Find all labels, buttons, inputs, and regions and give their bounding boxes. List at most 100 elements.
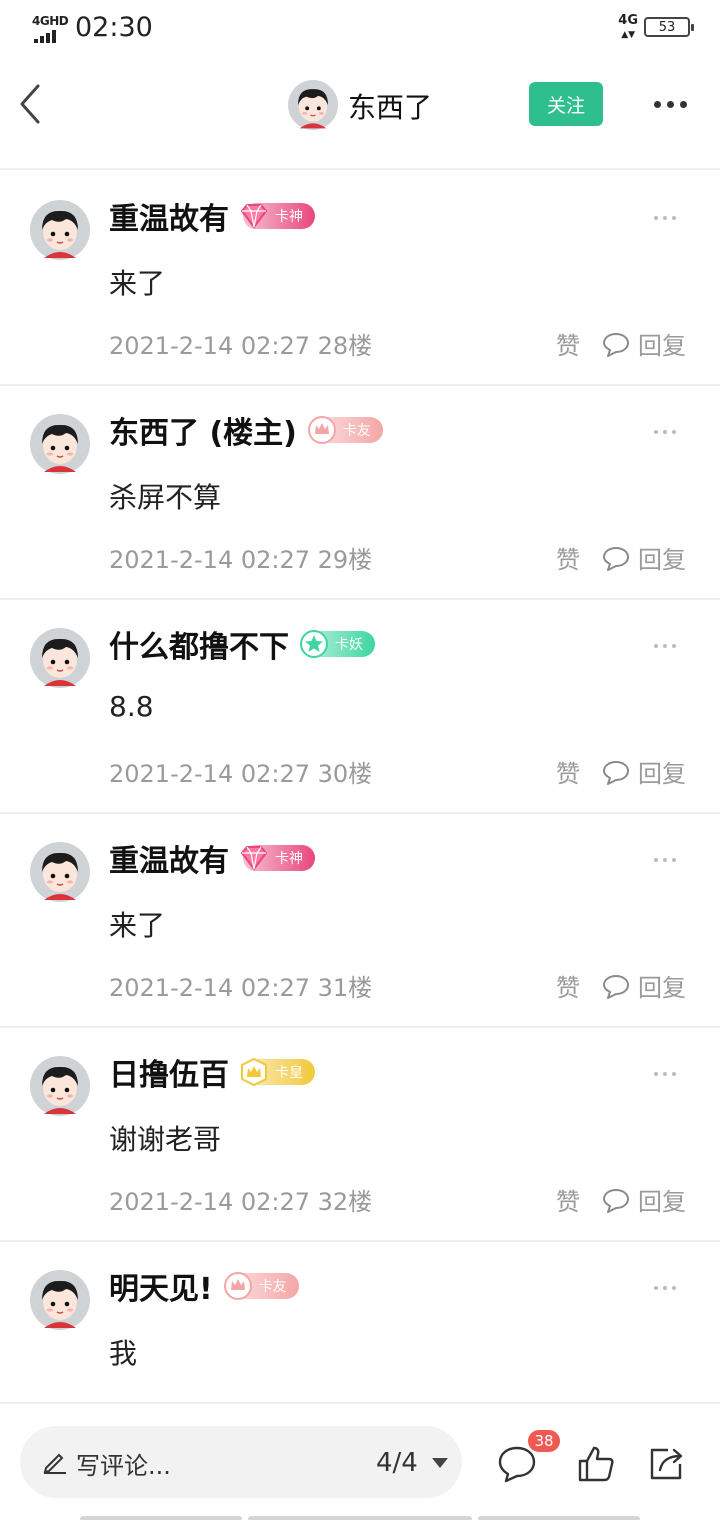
like-button[interactable]: 赞 <box>556 326 580 361</box>
back-button[interactable] <box>14 80 54 128</box>
commenter-avatar[interactable] <box>30 414 90 478</box>
commenter-name[interactable]: 什么都撸不下 <box>109 622 289 666</box>
like-post-button[interactable] <box>576 1444 616 1488</box>
avatar-image <box>30 414 90 474</box>
chevron-down-icon[interactable] <box>432 1458 448 1468</box>
comment-more-button[interactable] <box>654 644 676 648</box>
reply-bubble-icon <box>603 546 629 571</box>
like-button[interactable]: 赞 <box>556 1182 580 1217</box>
comment-meta: 2021-2-14 02:27 30楼 <box>109 760 373 788</box>
comment-more-button[interactable] <box>654 858 676 862</box>
network-type-left: 4GHD <box>32 14 69 28</box>
commenter-name[interactable]: 明天见! <box>109 1264 213 1308</box>
comment-input[interactable]: 写评论... 4/4 <box>20 1426 462 1498</box>
rank-badge: 卡妖 <box>300 630 375 658</box>
rank-icon <box>241 1057 267 1087</box>
reply-label: 回复 <box>638 760 686 788</box>
commenter-name[interactable]: 重温故有 <box>109 194 229 238</box>
reply-label: 回复 <box>638 332 686 360</box>
commenter-avatar[interactable] <box>30 200 90 264</box>
commenter-avatar[interactable] <box>30 1270 90 1334</box>
rank-badge-label: 卡妖 <box>335 637 363 653</box>
pen-icon <box>43 1453 66 1474</box>
author-avatar[interactable] <box>288 80 338 134</box>
commenter-name[interactable]: 日撸伍百 <box>109 1050 229 1094</box>
comment-item: 东西了 (楼主) 卡友 杀屏不算 2021-2-14 02:27 29楼 赞 回… <box>0 386 720 600</box>
rank-badge: 卡皇 <box>241 1057 315 1087</box>
rank-badge: 卡友 <box>223 1272 299 1300</box>
comment-text: 谢谢老哥 <box>109 1123 222 1156</box>
comment-text: 来了 <box>109 267 166 300</box>
commenter-avatar[interactable] <box>30 1056 90 1120</box>
avatar-image <box>30 200 90 260</box>
comments-button[interactable] <box>496 1444 538 1488</box>
page-indicator[interactable]: 4/4 <box>376 1448 418 1478</box>
reply-button[interactable]: 回复 <box>602 968 686 1003</box>
rank-badge-label: 卡友 <box>258 1279 287 1295</box>
comment-text: 杀屏不算 <box>109 481 222 514</box>
comment-more-button[interactable] <box>654 1072 676 1076</box>
like-button[interactable]: 赞 <box>556 968 580 1003</box>
home-indicator <box>248 1516 472 1520</box>
reply-label: 回复 <box>638 546 686 574</box>
comment-item: 明天见! 卡友 我 2021-2-14 02:27 33楼 赞 回复 <box>0 1242 720 1402</box>
commenter-name[interactable]: 重温故有 <box>109 836 229 880</box>
comment-more-button[interactable] <box>654 216 676 220</box>
like-button[interactable]: 赞 <box>556 540 580 575</box>
rank-icon <box>240 204 268 229</box>
comment-more-button[interactable] <box>654 1286 676 1290</box>
comment-meta: 2021-2-14 02:27 32楼 <box>109 1188 373 1216</box>
home-indicator <box>80 1516 242 1520</box>
follow-button[interactable]: 关注 <box>529 82 603 126</box>
rank-badge: 卡神 <box>240 845 315 871</box>
like-button[interactable]: 赞 <box>556 754 580 789</box>
status-time: 02:30 <box>75 12 153 43</box>
commenter-avatar[interactable] <box>30 842 90 906</box>
battery-level: 53 <box>658 19 676 35</box>
avatar-image <box>30 1270 90 1330</box>
home-indicator <box>478 1516 640 1520</box>
post-header: 东西了 关注 <box>0 58 720 170</box>
status-bar: 4GHD 02:30 4G ▲▼ 53 <box>0 0 720 58</box>
rank-badge-label: 卡友 <box>342 423 371 439</box>
rank-icon <box>223 1272 252 1300</box>
rank-badge-label: 卡神 <box>275 209 303 225</box>
rank-badge: 卡神 <box>240 203 315 229</box>
comment-item: 什么都撸不下 卡妖 8.8 2021-2-14 02:27 30楼 赞 回复 <box>0 600 720 814</box>
rank-badge-label: 卡皇 <box>275 1065 303 1081</box>
avatar-image <box>30 628 90 688</box>
share-icon <box>650 1448 683 1480</box>
comment-item: 重温故有 卡神 来了 2021-2-14 02:27 31楼 赞 回复 <box>0 814 720 1028</box>
comment-count-badge: 38 <box>528 1430 560 1452</box>
commenter-avatar[interactable] <box>30 628 90 692</box>
reply-button[interactable]: 回复 <box>602 754 686 789</box>
rank-icon <box>300 630 328 658</box>
share-button[interactable] <box>646 1444 686 1488</box>
chevron-left-icon <box>20 84 40 124</box>
author-name[interactable]: 东西了 <box>348 86 432 126</box>
reply-button[interactable]: 回复 <box>602 326 686 361</box>
comment-more-button[interactable] <box>654 430 676 434</box>
rank-icon <box>240 846 268 871</box>
thumbs-up-icon <box>578 1446 614 1482</box>
reply-bubble-icon <box>603 974 629 999</box>
commenter-name[interactable]: 东西了 (楼主) <box>109 408 297 452</box>
signal-icon: 4GHD <box>32 14 69 43</box>
comment-item: 重温故有 卡神 来了 2021-2-14 02:27 28楼 赞 回复 <box>0 172 720 386</box>
avatar-image <box>288 80 338 130</box>
rank-icon <box>307 416 336 444</box>
rank-badge-label: 卡神 <box>275 851 303 867</box>
comment-meta: 2021-2-14 02:27 31楼 <box>109 974 373 1002</box>
comment-text: 8.8 <box>109 690 154 723</box>
reply-bubble-icon <box>603 760 629 785</box>
reply-button[interactable]: 回复 <box>602 1182 686 1217</box>
comment-meta: 2021-2-14 02:27 28楼 <box>109 332 373 360</box>
comment-meta: 2021-2-14 02:27 29楼 <box>109 546 373 574</box>
reply-label: 回复 <box>638 974 686 1002</box>
avatar-image <box>30 842 90 902</box>
reply-button[interactable]: 回复 <box>602 540 686 575</box>
comment-text: 我 <box>109 1337 138 1370</box>
comment-placeholder: 写评论... <box>76 1452 171 1480</box>
battery-icon: 53 <box>644 17 694 37</box>
more-options-button[interactable] <box>650 92 690 116</box>
